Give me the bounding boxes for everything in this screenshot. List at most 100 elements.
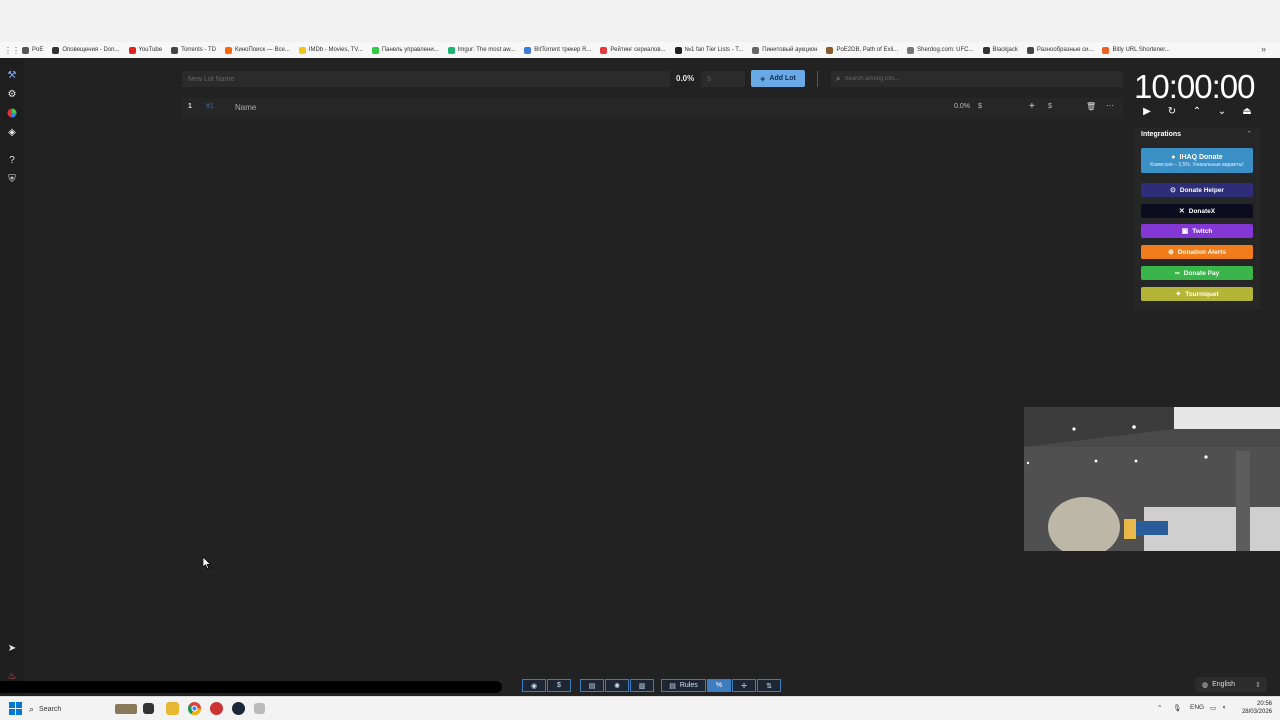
bookmark-item[interactable]: Рейтинг сериалов... xyxy=(600,46,666,54)
chevron-up-icon[interactable]: ⌃ xyxy=(1190,106,1204,117)
sort-icon: ⇅ xyxy=(766,682,772,690)
integration-tourniquet-button[interactable]: ✦ Tourniquet xyxy=(1141,287,1253,301)
telegram-icon[interactable]: ➤ xyxy=(6,643,18,655)
bookmark-item[interactable]: Оповещения - Don... xyxy=(52,46,120,54)
donatex-label: DonateX xyxy=(1188,207,1216,215)
layout-button[interactable]: ▥ xyxy=(630,679,654,692)
more-icon[interactable]: ··· xyxy=(1106,101,1114,110)
bookmark-label: Sherdog.com: UFC... xyxy=(917,47,974,53)
bookmark-item[interactable]: IMDb - Movies, TV... xyxy=(298,46,363,54)
bookmark-item[interactable]: Torrents - TD xyxy=(171,46,216,54)
search-input[interactable] xyxy=(844,76,1105,82)
bookmark-item[interactable]: Sherdog.com: UFC... xyxy=(907,46,974,54)
layers-icon[interactable]: ◈ xyxy=(6,127,18,139)
volume-icon[interactable]: ◖ xyxy=(1222,704,1226,711)
left-sidebar: ⚒ ⚙ ◈ ? ⛨ ➤ ♨ xyxy=(0,58,24,696)
wheel-icon[interactable] xyxy=(6,108,18,120)
bookmark-item[interactable]: YouTube xyxy=(128,46,162,54)
shield-check-icon[interactable]: ⛨ xyxy=(6,174,18,186)
select-caret-icon: ⇕ xyxy=(1255,681,1261,689)
bookmark-item[interactable]: Панель управлени... xyxy=(371,46,439,54)
rules-button[interactable]: ▤ Rules xyxy=(661,679,706,692)
language-select[interactable]: ◍ English ⇕ xyxy=(1195,677,1267,692)
amount-input[interactable] xyxy=(701,71,745,87)
bookmark-item[interactable]: №1 fan Tier Lists - T... xyxy=(674,46,743,54)
tray-chevron-icon[interactable]: ⌃ xyxy=(1157,704,1162,712)
search-box[interactable]: ⌕ xyxy=(831,71,1123,87)
gear-icon[interactable]: ⚙ xyxy=(6,89,18,101)
integration-twitch-button[interactable]: ▣ Twitch xyxy=(1141,224,1253,238)
webcam-overlay xyxy=(1024,407,1280,551)
windows-start-icon[interactable] xyxy=(9,702,22,715)
search-highlight-icon xyxy=(115,704,137,714)
lot-amount[interactable]: $ xyxy=(978,103,982,110)
timer-display: 10:00:00 xyxy=(1134,68,1255,105)
donation-alerts-label: Donation Alerts xyxy=(1177,248,1227,256)
bookmarks-more-icon[interactable]: » xyxy=(1261,44,1266,54)
bookmark-label: Панель управлени... xyxy=(381,47,439,53)
add-lot-button[interactable]: + Add Lot xyxy=(751,70,805,87)
integration-donate-helper-button[interactable]: ⊙ Donate Helper xyxy=(1141,183,1253,197)
task-view-icon[interactable] xyxy=(143,703,154,714)
bookmark-item[interactable]: КиноПоиск — Все... xyxy=(225,46,290,54)
bug-button[interactable]: ✺ xyxy=(605,679,629,692)
bookmark-item[interactable]: PoE xyxy=(22,46,44,54)
mic-icon[interactable]: 🎙 xyxy=(1173,704,1181,712)
integration-donation-alerts-button[interactable]: ⊗ Donation Alerts xyxy=(1141,245,1253,259)
currency-button[interactable]: $ xyxy=(547,679,571,692)
tray-language[interactable]: ENG xyxy=(1190,704,1204,711)
help-icon[interactable]: ? xyxy=(6,155,18,167)
chevron-down-icon[interactable]: ⌄ xyxy=(1215,106,1229,117)
bookmark-item[interactable]: Bitly URL Shortener... xyxy=(1102,46,1170,54)
lot-name-input[interactable] xyxy=(182,71,670,87)
chrome-icon[interactable] xyxy=(188,702,201,715)
bookmark-item[interactable]: Blackjack xyxy=(982,46,1018,54)
lot-tag: #1 xyxy=(206,103,214,110)
hammer-icon[interactable]: ⚒ xyxy=(6,70,18,82)
lot-name[interactable]: Name xyxy=(235,103,256,112)
steam-icon[interactable] xyxy=(232,702,245,715)
eject-icon[interactable]: ⏏ xyxy=(1240,106,1254,117)
bookmark-item[interactable]: Разнообразные си... xyxy=(1026,46,1093,54)
timer-controls: ▶ ↻ ⌃ ⌄ ⏏ xyxy=(1140,106,1256,120)
bookmark-label: Imgur: The most aw... xyxy=(457,47,516,53)
bookmark-favicon-icon xyxy=(447,46,455,54)
bookmark-item[interactable]: PoE2DB, Path of Exil... xyxy=(826,46,899,54)
github-button[interactable]: ◉ xyxy=(522,679,546,692)
ihaq-label: ● IHAQ Donate xyxy=(1171,153,1223,161)
move-button[interactable]: ✛ xyxy=(732,679,756,692)
collapse-icon[interactable]: ⌃ xyxy=(1246,130,1252,138)
lot-add-icon[interactable]: + xyxy=(1029,101,1035,112)
bookmark-label: PoE2DB, Path of Exil... xyxy=(836,47,899,53)
trash-icon[interactable]: 🗑 xyxy=(1086,102,1096,111)
lot-add-amount[interactable]: $ xyxy=(1048,103,1052,110)
bookmark-item[interactable]: BitTorrent трекер R... xyxy=(524,46,591,54)
game-app-icon[interactable] xyxy=(210,702,223,715)
taskbar-search[interactable]: ⌕ Search xyxy=(29,701,137,717)
globe-icon: ◍ xyxy=(1202,681,1209,689)
clipboard-button[interactable]: ▤ xyxy=(580,679,604,692)
integration-ihaq-button[interactable]: ● IHAQ Donate Комиссия – 3,5%. Уникальные… xyxy=(1141,148,1253,173)
bookmark-favicon-icon xyxy=(1102,46,1110,54)
play-icon[interactable]: ▶ xyxy=(1140,106,1154,117)
bookmark-label: PoE xyxy=(32,47,44,53)
integration-donatex-button[interactable]: ✕ DonateX xyxy=(1141,204,1253,218)
obs-icon[interactable] xyxy=(254,703,265,714)
monitor-icon[interactable]: ▭ xyxy=(1210,704,1216,712)
toolbar-divider xyxy=(817,71,818,87)
reset-icon[interactable]: ↻ xyxy=(1165,106,1179,117)
bookmark-item[interactable]: Imgur: The most aw... xyxy=(447,46,516,54)
search-icon: ⌕ xyxy=(836,74,841,83)
percent-mode-button[interactable]: % xyxy=(707,679,731,692)
bookmark-item[interactable]: Пинитовый аукцион xyxy=(752,46,817,54)
file-explorer-icon[interactable] xyxy=(166,702,179,715)
lot-row[interactable]: 1 #1 Name 0.0% $ + $ 🗑 ··· xyxy=(182,98,1123,117)
integration-donate-pay-button[interactable]: ∞ Donate Pay xyxy=(1141,266,1253,280)
sort-button[interactable]: ⇅ xyxy=(757,679,781,692)
bookmark-label: Bitly URL Shortener... xyxy=(1112,47,1170,53)
bookmark-favicon-icon xyxy=(171,46,179,54)
rules-icon: ▤ xyxy=(669,682,676,690)
apps-grid-icon[interactable]: ⋮⋮ xyxy=(4,46,20,55)
bookmark-favicon-icon xyxy=(982,46,990,54)
taskbar-clock[interactable]: 20:56 28/03/2026 xyxy=(1238,700,1272,716)
